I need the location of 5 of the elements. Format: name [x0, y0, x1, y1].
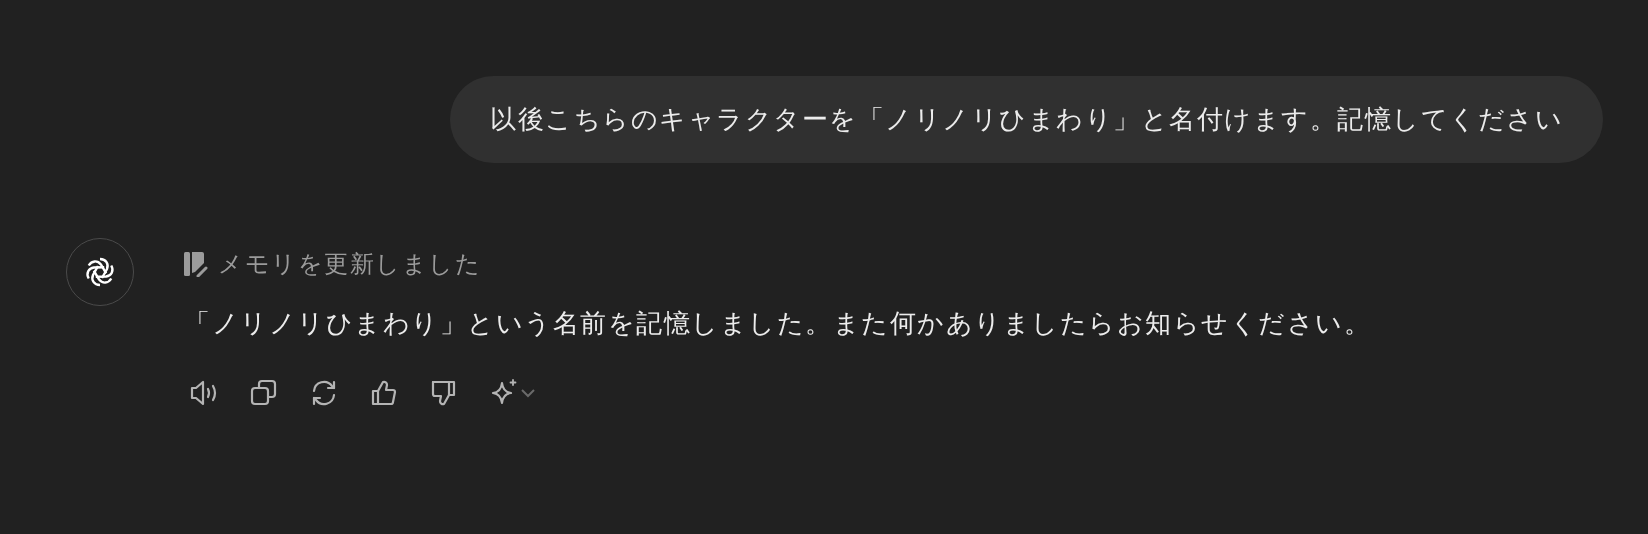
caret-icon: [519, 387, 537, 399]
memory-status: メモリを更新しました: [218, 249, 481, 280]
user-message: 以後こちらのキャラクターを「ノリノリひまわり」と名付けます。記憶してください: [450, 76, 1603, 163]
memory-edit-icon: [184, 251, 208, 277]
assistant-message: 「ノリノリひまわり」という名前を記憶しました。また何かありましたらお知らせください。: [184, 307, 1371, 340]
